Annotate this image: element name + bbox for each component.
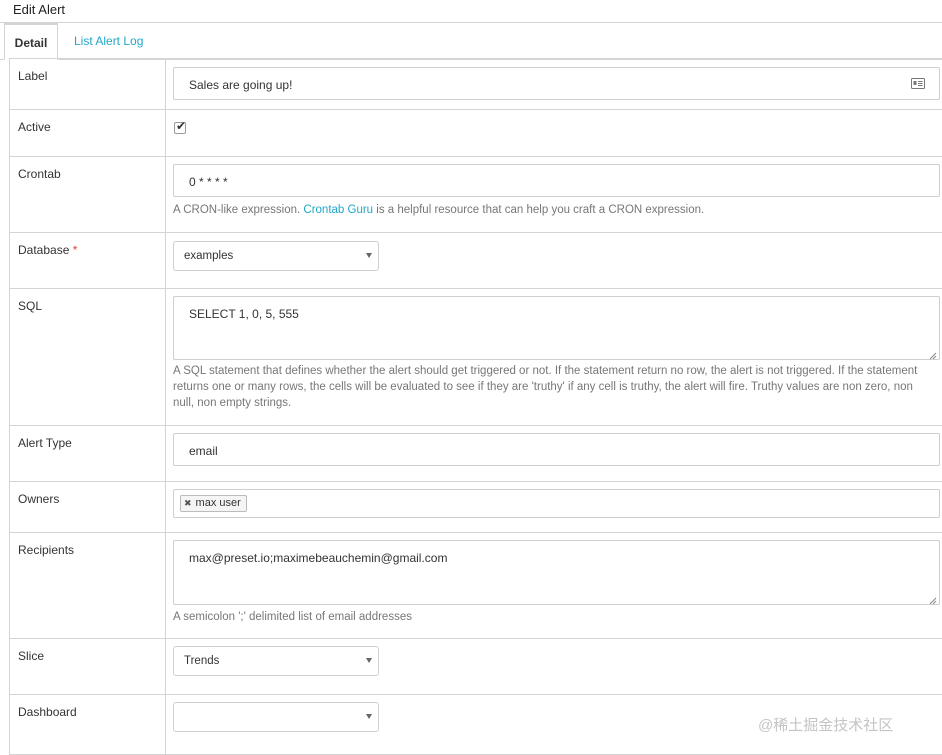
sql-textarea[interactable]: SELECT 1, 0, 5, 555: [173, 296, 940, 360]
tab-detail[interactable]: Detail: [4, 23, 58, 60]
tab-bar: Detail List Alert Log: [0, 23, 942, 60]
chevron-down-icon: [366, 658, 372, 663]
remove-tag-icon[interactable]: ✖: [184, 498, 192, 508]
dashboard-select[interactable]: [173, 702, 379, 732]
recipients-field-cell: max@preset.io;maximebeauchemin@gmail.com…: [165, 532, 942, 639]
recipients-help-text: A semicolon ';' delimited list of email …: [173, 611, 412, 623]
crontab-help-text: A CRON-like expression. Crontab Guru is …: [173, 202, 933, 218]
database-select-value: examples: [184, 250, 234, 262]
active-field-label: Active: [9, 109, 166, 157]
recipients-textarea-value: max@preset.io;maximebeauchemin@gmail.com: [189, 551, 448, 565]
label-field-cell: Sales are going up!: [165, 58, 942, 110]
watermark: @稀土掘金技术社区: [758, 717, 894, 734]
sql-field-label: SQL: [9, 288, 166, 426]
tab-list-alert-log[interactable]: List Alert Log: [74, 23, 143, 59]
crontab-help-suffix: is a helpful resource that can help you …: [376, 204, 705, 216]
database-label-text: Database: [18, 243, 70, 257]
alert-type-field-label: Alert Type: [9, 425, 166, 482]
dashboard-field-label: Dashboard: [9, 694, 166, 755]
label-input[interactable]: Sales are going up!: [173, 67, 940, 100]
sql-help-text: A SQL statement that defines whether the…: [173, 365, 918, 409]
chevron-down-icon: [366, 253, 372, 258]
resize-handle-icon[interactable]: [929, 349, 937, 360]
sql-field-cell: SELECT 1, 0, 5, 555 A SQL statement that…: [165, 288, 942, 426]
id-card-icon[interactable]: [911, 78, 925, 92]
crontab-field-label: Crontab: [9, 156, 166, 233]
owners-multiselect[interactable]: ✖ max user: [173, 489, 940, 518]
active-checkbox[interactable]: ✔: [174, 119, 187, 134]
owners-field-cell: ✖ max user: [165, 481, 942, 533]
sql-textarea-value: SELECT 1, 0, 5, 555: [189, 307, 299, 321]
database-field-label: Database *: [9, 232, 166, 289]
slice-field-label: Slice: [9, 638, 166, 695]
crontab-field-cell: 0 * * * * A CRON-like expression. Cronta…: [165, 156, 942, 233]
alert-type-input-value: email: [189, 444, 218, 458]
database-select[interactable]: examples: [173, 241, 379, 271]
database-field-cell: examples: [165, 232, 942, 289]
crontab-input[interactable]: 0 * * * *: [173, 164, 940, 197]
crontab-help-prefix: A CRON-like expression.: [173, 204, 301, 216]
label-field-label: Label: [9, 58, 166, 110]
alert-type-field-cell: email: [165, 425, 942, 482]
owner-tag-label: max user: [195, 497, 241, 509]
resize-handle-icon[interactable]: [929, 594, 937, 605]
owner-tag: ✖ max user: [180, 495, 247, 512]
owners-field-label: Owners: [9, 481, 166, 533]
page-title: Edit Alert: [0, 0, 942, 23]
chevron-down-icon: [366, 714, 372, 719]
slice-select[interactable]: Trends: [173, 646, 379, 676]
alert-type-input[interactable]: email: [173, 433, 940, 466]
recipients-textarea[interactable]: max@preset.io;maximebeauchemin@gmail.com: [173, 540, 940, 605]
recipients-field-label: Recipients: [9, 532, 166, 639]
checkmark-icon: ✔: [176, 119, 187, 133]
required-marker: *: [72, 243, 78, 257]
active-field-cell: ✔: [165, 109, 942, 157]
crontab-guru-link[interactable]: Crontab Guru: [303, 204, 373, 216]
slice-select-value: Trends: [184, 655, 220, 667]
crontab-input-value: 0 * * * *: [189, 175, 228, 189]
label-input-value: Sales are going up!: [189, 78, 293, 92]
slice-field-cell: Trends: [165, 638, 942, 695]
alert-form: Label Sales are going up! Active ✔ Cront…: [9, 58, 942, 755]
